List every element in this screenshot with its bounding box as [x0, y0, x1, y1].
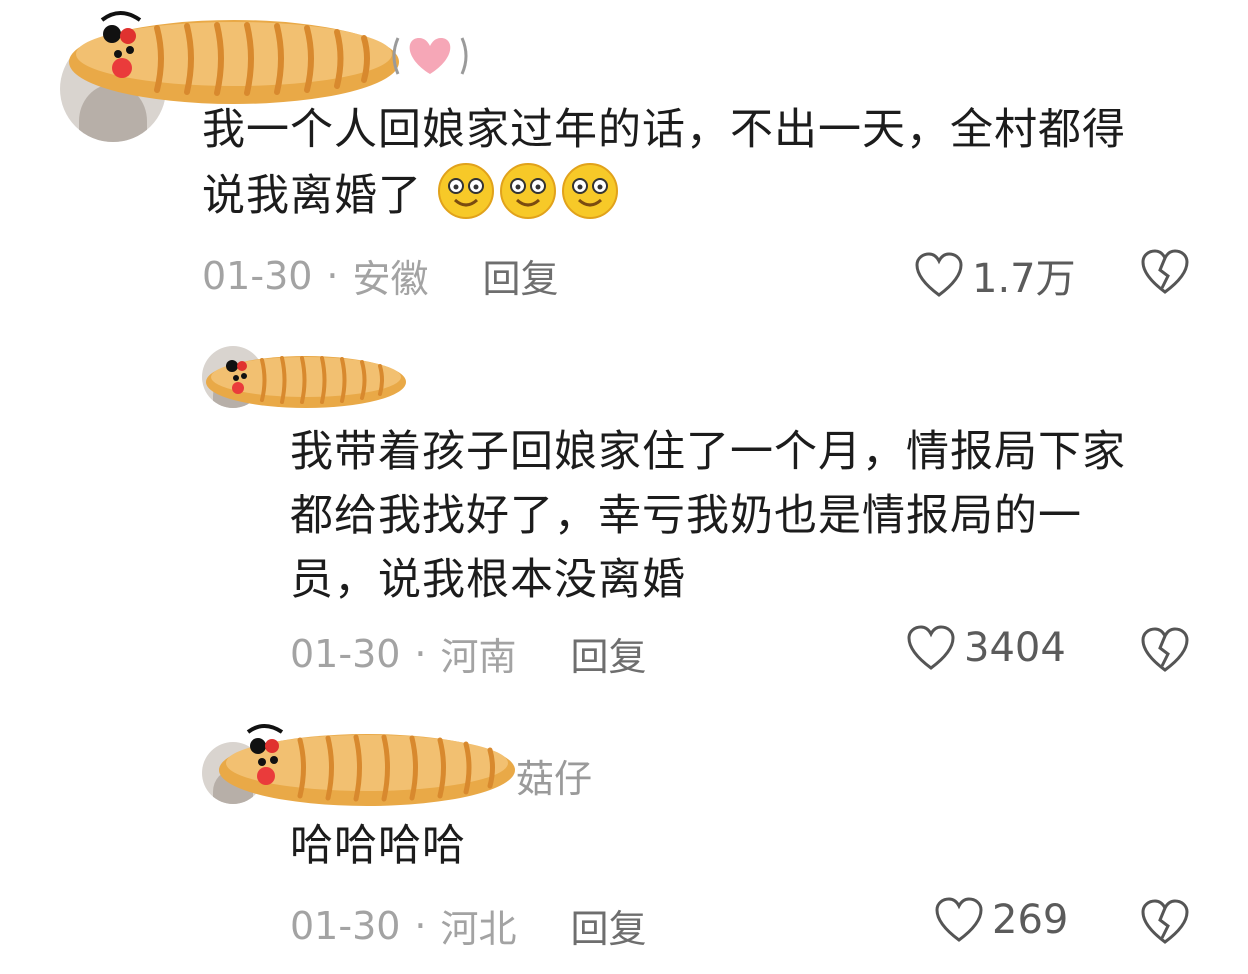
reply-button[interactable]: 回复	[571, 626, 647, 681]
comment-item: 我一个人回娘家过年的话，不出一天，全村都得 说我离婚了 01-30 · 安徽 回…	[0, 0, 1248, 320]
comment-text: 我带着孩子回娘家住了一个月，情报局下家 都给我找好了，幸亏我奶也是情报局的一 员…	[290, 427, 1126, 605]
comment-text: 哈哈哈哈	[290, 821, 466, 871]
reply-button[interactable]: 回复	[571, 898, 647, 953]
like-count: 3404	[964, 625, 1066, 671]
like-button[interactable]: 3404	[906, 624, 1066, 672]
broken-heart-icon[interactable]	[1140, 248, 1190, 296]
comment-date: 01-30	[290, 631, 401, 676]
bread-sticker	[219, 724, 515, 806]
comment-item: 菇仔 哈哈哈哈 01-30 · 河北 回复 269	[0, 690, 1248, 974]
comment-location: 河南	[440, 635, 517, 679]
smiling-face-icon	[437, 163, 494, 219]
comment-location: 河北	[440, 907, 517, 951]
bread-sticker	[206, 356, 406, 408]
comment-date: 01-30	[290, 903, 401, 948]
heart-badge-icon	[392, 37, 468, 75]
comment-item: 我带着孩子回娘家住了一个月，情报局下家 都给我找好了，幸亏我奶也是情报局的一 员…	[0, 320, 1248, 690]
smiling-face-icon	[561, 163, 618, 219]
like-button[interactable]: 269	[934, 896, 1068, 944]
reply-button[interactable]: 回复	[483, 248, 559, 303]
like-count: 1.7万	[972, 256, 1076, 302]
comment-meta: 01-30 · 河北 回复	[290, 898, 647, 953]
comment-location: 安徽	[352, 257, 429, 301]
heart-outline-icon	[907, 625, 955, 670]
heart-outline-icon	[935, 897, 983, 942]
smiling-face-icon	[499, 163, 556, 219]
broken-heart-icon[interactable]	[1140, 898, 1190, 946]
bread-sticker	[69, 11, 399, 104]
comment-meta: 01-30 · 安徽 回复	[202, 248, 559, 303]
heart-outline-icon	[915, 252, 963, 297]
comment-date: 01-30	[202, 253, 313, 298]
comment-text: 我一个人回娘家过年的话，不出一天，全村都得 说我离婚了	[202, 105, 1126, 221]
username[interactable]: 菇仔	[516, 748, 592, 803]
like-count: 269	[992, 897, 1069, 943]
like-button[interactable]: 1.7万	[914, 246, 1076, 304]
broken-heart-icon[interactable]	[1140, 626, 1190, 674]
comment-meta: 01-30 · 河南 回复	[290, 626, 647, 681]
